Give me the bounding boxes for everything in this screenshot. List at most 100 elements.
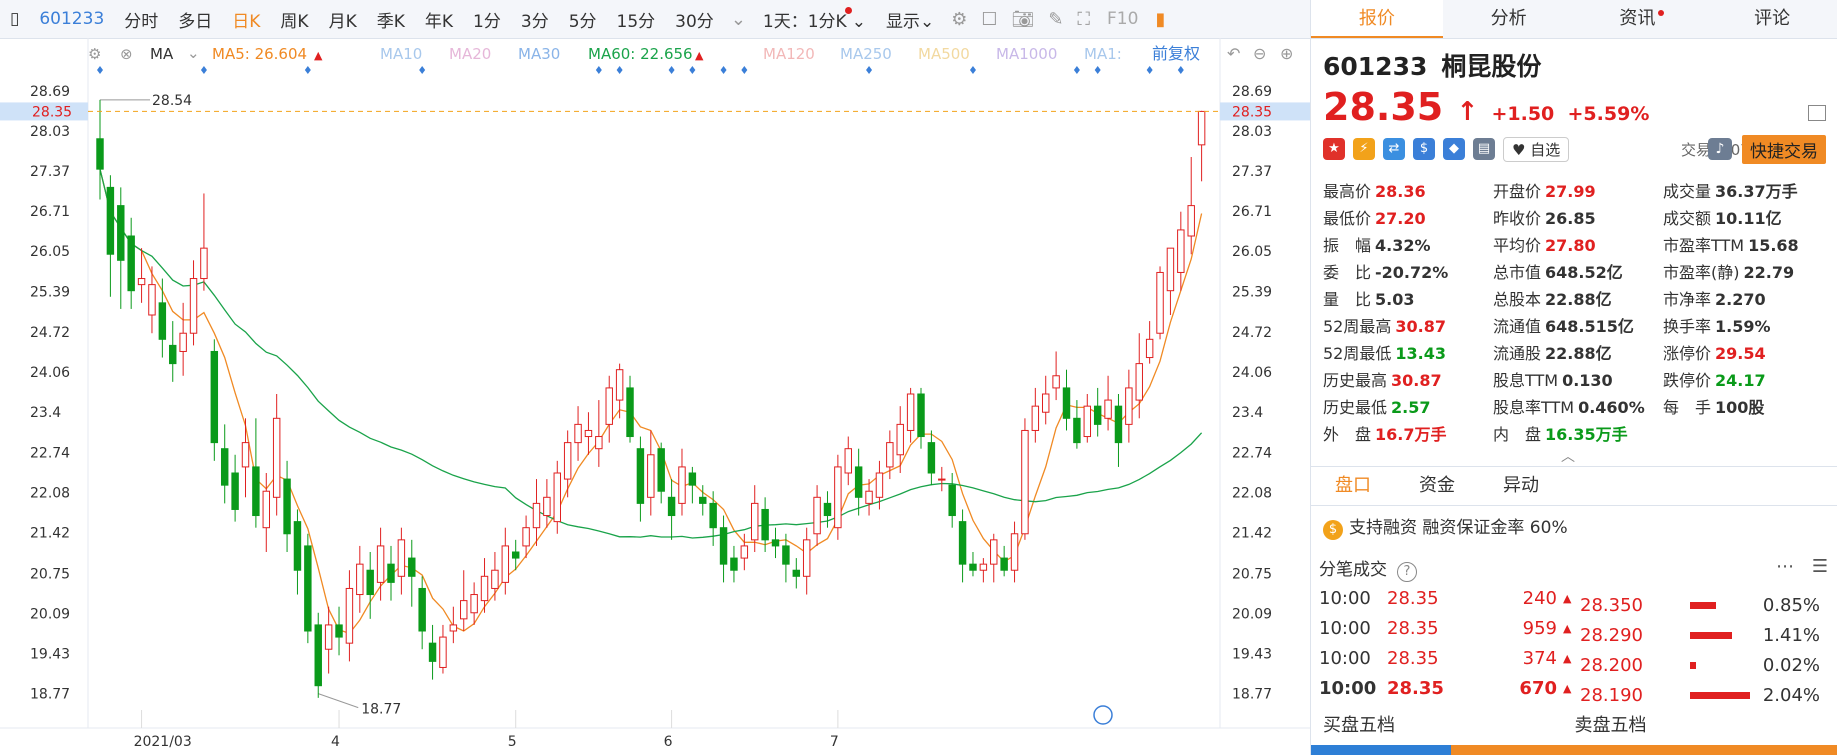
chevron-down-icon[interactable]: ⌄ — [724, 9, 753, 30]
tab-0[interactable]: 报价 — [1311, 0, 1443, 38]
candle-body[interactable] — [854, 466, 863, 498]
event-marker[interactable] — [689, 66, 696, 74]
candle-body[interactable] — [709, 502, 717, 529]
candle-body[interactable] — [428, 642, 437, 662]
candle-body[interactable] — [1135, 363, 1143, 401]
chevron-down-icon[interactable]: ⌄ — [187, 44, 200, 62]
candle-body[interactable] — [605, 387, 613, 425]
candle-body[interactable] — [179, 332, 187, 352]
candle-body[interactable] — [875, 472, 884, 498]
more-icon[interactable]: ⋯ — [1776, 556, 1794, 577]
subtab-0[interactable]: 盘口 — [1311, 467, 1395, 505]
candle-body[interactable] — [699, 496, 707, 504]
candle-body[interactable] — [148, 284, 156, 316]
candle-body[interactable] — [896, 423, 904, 456]
candle-body[interactable] — [511, 551, 520, 559]
candle-body[interactable] — [979, 563, 988, 571]
event-marker[interactable] — [616, 66, 623, 74]
candle-body[interactable] — [657, 448, 665, 492]
candle-body[interactable] — [615, 369, 624, 401]
help-icon[interactable]: ? — [1397, 562, 1417, 582]
candle-body[interactable] — [990, 539, 998, 565]
candle-body[interactable] — [886, 442, 894, 468]
pencil-icon[interactable]: ✎ — [1041, 9, 1070, 30]
candle-body[interactable] — [595, 436, 603, 450]
candle-body[interactable] — [1187, 205, 1195, 237]
candle-body[interactable] — [345, 587, 354, 644]
candle-body[interactable] — [948, 484, 956, 517]
subtab-2[interactable]: 异动 — [1479, 467, 1563, 505]
camera-icon[interactable]: 📷︎ — [1004, 9, 1041, 30]
candle-body[interactable] — [844, 448, 852, 474]
event-marker[interactable] — [97, 66, 103, 74]
candle-body[interactable] — [792, 569, 801, 577]
event-marker[interactable] — [741, 66, 748, 74]
candle-body[interactable] — [771, 539, 780, 547]
candle-body[interactable] — [543, 496, 551, 517]
candle-body[interactable] — [1031, 405, 1040, 431]
event-marker[interactable] — [595, 66, 602, 74]
candle-body[interactable] — [522, 527, 530, 547]
chevron-up-icon[interactable]: ︿ — [1561, 446, 1575, 466]
flash-icon[interactable]: ⚡ — [1353, 138, 1375, 160]
sidebar-toggle-icon[interactable]: ▯ — [0, 9, 29, 29]
event-marker[interactable] — [866, 66, 873, 74]
collapse-icon[interactable] — [1808, 105, 1826, 121]
candle-body[interactable] — [834, 466, 842, 529]
candle-body[interactable] — [917, 393, 925, 438]
period-6[interactable]: 年K — [415, 7, 463, 32]
candle-body[interactable] — [1145, 338, 1154, 359]
period-2[interactable]: 日K — [222, 7, 270, 32]
candle-body[interactable] — [574, 423, 582, 444]
candle-body[interactable] — [719, 527, 728, 565]
candle-body[interactable] — [751, 502, 759, 541]
period-1[interactable]: 多日 — [168, 7, 222, 32]
candle-body[interactable] — [1073, 417, 1081, 444]
candle-body[interactable] — [1177, 229, 1185, 273]
candle-body[interactable] — [408, 557, 416, 577]
candle-body[interactable] — [626, 387, 634, 438]
candle-body[interactable] — [252, 466, 260, 517]
candle-body[interactable] — [366, 569, 374, 596]
candle-body[interactable] — [1052, 375, 1060, 389]
candle-body[interactable] — [480, 575, 489, 602]
panel-toggle-icon[interactable]: ▮ — [1148, 9, 1172, 30]
event-marker[interactable] — [200, 66, 207, 74]
candle-body[interactable] — [189, 278, 198, 334]
candle-body[interactable] — [262, 490, 271, 529]
candle-body[interactable] — [210, 350, 219, 444]
candle-body[interactable] — [1125, 387, 1133, 425]
candle-body[interactable] — [813, 496, 821, 535]
candle-body[interactable] — [1000, 557, 1008, 571]
square-icon[interactable]: ☐ — [974, 9, 1004, 30]
f10-button[interactable]: F10 — [1097, 9, 1148, 29]
candle-body[interactable] — [969, 563, 977, 571]
dollar-icon[interactable]: $ — [1413, 138, 1435, 160]
candle-body[interactable] — [449, 624, 458, 632]
locate-icon[interactable] — [1093, 705, 1113, 725]
undo-icon[interactable]: ↶ — [1227, 44, 1240, 63]
candle-body[interactable] — [491, 569, 499, 589]
flag-icon[interactable]: ★ — [1323, 138, 1345, 160]
candle-body[interactable] — [688, 472, 697, 486]
bookmark-icon[interactable]: ▤ — [1473, 138, 1495, 160]
kline-chart[interactable]: ⚙ ⊗ MA ⌄ MA5: 26.604 ▲ MA10 MA20 MA30 MA… — [0, 38, 1310, 755]
candle-body[interactable] — [356, 563, 364, 596]
candle-body[interactable] — [158, 302, 167, 340]
candle-body[interactable] — [127, 235, 135, 292]
candle-body[interactable] — [1021, 429, 1029, 535]
candle-body[interactable] — [906, 393, 915, 431]
candle-body[interactable] — [304, 545, 312, 632]
event-marker[interactable] — [720, 66, 727, 74]
display-menu[interactable]: 显示⌄ — [876, 7, 944, 32]
candle-body[interactable] — [314, 624, 322, 687]
period-11[interactable]: 30分 — [665, 7, 724, 32]
period-9[interactable]: 5分 — [559, 7, 607, 32]
subtab-1[interactable]: 资金 — [1395, 467, 1479, 505]
event-marker[interactable] — [1177, 66, 1184, 74]
candle-body[interactable] — [418, 587, 426, 632]
candle-body[interactable] — [532, 502, 541, 529]
candle-body[interactable] — [1093, 405, 1102, 425]
candle-body[interactable] — [96, 138, 104, 170]
candle-body[interactable] — [106, 186, 115, 255]
